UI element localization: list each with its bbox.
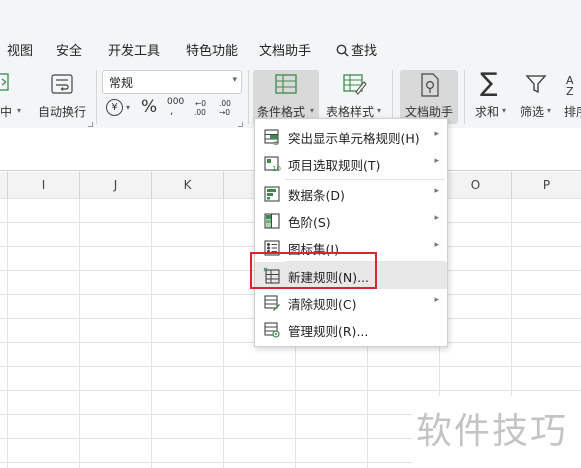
menu-item-data-bars[interactable]: 数据条(D) ▸ — [255, 180, 447, 207]
center-align-button[interactable]: 居中 ▾ — [0, 72, 26, 120]
tab-find-label: 查找 — [351, 44, 378, 59]
menu-item-color-scales[interactable]: 色阶(S) ▸ — [255, 207, 447, 234]
manage-rules-icon — [263, 321, 281, 339]
tab-view[interactable]: 视图 — [7, 40, 33, 59]
column-header-k[interactable]: K — [152, 172, 224, 198]
table-style-icon — [342, 72, 368, 96]
color-scale-icon — [263, 212, 281, 230]
svg-text:←0: ←0 — [195, 99, 206, 108]
search-icon — [336, 44, 349, 57]
menu-item-clear-rules[interactable]: 清除规则(C) ▸ — [255, 289, 447, 316]
increase-decimal-button[interactable]: ←0.00 — [194, 98, 212, 118]
currency-format-button[interactable]: ¥ ▾ — [106, 98, 134, 118]
chevron-down-icon: ▾ — [547, 106, 552, 115]
chevron-right-icon: ▸ — [434, 129, 439, 139]
document-assistant-button[interactable]: 文档助手 — [400, 70, 458, 124]
document-assistant-icon — [418, 72, 442, 98]
tab-developer-tools[interactable]: 开发工具 — [108, 40, 160, 59]
tab-special-features[interactable]: 特色功能 — [186, 40, 238, 59]
number-format-select[interactable]: 常规 ▾ — [102, 70, 242, 94]
watermark: 软件技巧 — [412, 396, 581, 468]
center-align-label: 居中 — [0, 105, 13, 119]
svg-text:.00: .00 — [194, 108, 206, 117]
menu-item-label: 管理规则(R)... — [288, 324, 369, 339]
svg-text:≤: ≤ — [273, 139, 279, 146]
sort-button[interactable]: AZ 排序 — [562, 70, 581, 124]
tab-find[interactable]: 查找 — [336, 40, 377, 59]
column-header-o[interactable]: O — [440, 172, 512, 198]
chevron-down-icon: ▾ — [377, 106, 382, 115]
increase-decimal-icon: ←0.00 — [194, 99, 206, 117]
sort-icon: AZ — [566, 73, 581, 97]
menu-item-manage-rules[interactable]: 管理规则(R)... — [255, 316, 447, 343]
menu-item-label: 色阶(S) — [288, 215, 331, 230]
wrap-text-icon — [50, 72, 74, 96]
sort-label: 排序 — [564, 105, 581, 119]
thousands-separator-button[interactable]: 000 , — [167, 98, 184, 118]
comma-glyph: , — [170, 106, 174, 117]
highlight-rules-icon: ≤ — [263, 128, 281, 146]
filter-button[interactable]: 筛选 ▾ — [516, 70, 556, 124]
column-header-j[interactable]: J — [80, 172, 152, 198]
sum-label: 求和 — [475, 105, 500, 119]
merge-center-icon — [0, 72, 12, 94]
data-bars-icon — [263, 185, 281, 203]
column-header-i[interactable]: I — [8, 172, 80, 198]
svg-text:.00: .00 — [219, 99, 231, 108]
sigma-icon: ∑ — [480, 68, 498, 98]
number-format-value: 常规 — [109, 76, 134, 90]
svg-text:Z: Z — [566, 85, 574, 97]
chevron-down-icon: ▾ — [310, 106, 315, 115]
chevron-down-icon: ▾ — [17, 106, 22, 115]
menu-item-highlight-cell-rules[interactable]: ≤ 突出显示单元格规则(H) ▸ — [255, 123, 447, 150]
conditional-formatting-button[interactable]: 条件格式 ▾ — [253, 70, 319, 124]
chevron-right-icon: ▸ — [434, 156, 439, 166]
svg-text:→0: →0 — [219, 108, 230, 117]
ribbon-divider — [392, 70, 393, 124]
filter-label: 筛选 — [520, 105, 545, 119]
filter-icon — [525, 73, 547, 95]
clear-rules-icon — [263, 294, 281, 312]
ribbon-divider — [248, 70, 249, 124]
wrap-text-button[interactable]: 自动换行 — [36, 72, 88, 120]
svg-text:10: 10 — [272, 165, 281, 173]
menu-item-label: 清除规则(C) — [288, 297, 357, 312]
chevron-right-icon: ▸ — [434, 295, 439, 305]
highlight-annotation-box — [250, 252, 377, 289]
top-bottom-rules-icon: 10 — [263, 155, 281, 173]
conditional-format-icon — [274, 72, 298, 96]
decrease-decimal-button[interactable]: .00 →0 — [218, 98, 236, 118]
ribbon-divider — [464, 70, 465, 124]
chevron-down-icon: ▾ — [502, 106, 507, 115]
decrease-decimal-icon: .00→0 — [219, 99, 231, 117]
table-style-button[interactable]: 表格样式 ▾ — [324, 70, 386, 124]
conditional-formatting-menu: ≤ 突出显示单元格规则(H) ▸ 10 项目选取规则(T) ▸ 数据条(D) ▸… — [254, 118, 448, 347]
tab-security[interactable]: 安全 — [56, 40, 82, 59]
number-format-dialog-launcher[interactable] — [238, 122, 243, 127]
menu-item-top-bottom-rules[interactable]: 10 项目选取规则(T) ▸ — [255, 150, 447, 177]
chevron-right-icon: ▸ — [434, 186, 439, 196]
menu-item-label: 突出显示单元格规则(H) — [288, 131, 420, 146]
chevron-down-icon: ▾ — [232, 75, 237, 85]
column-header-p[interactable]: P — [512, 172, 581, 198]
ribbon-tab-bar: 视图 安全 开发工具 特色功能 文档助手 查找 — [0, 0, 581, 66]
percent-style-button[interactable]: % — [141, 97, 157, 117]
alignment-dialog-launcher[interactable] — [88, 122, 93, 127]
chevron-right-icon: ▸ — [434, 240, 439, 250]
currency-icon: ¥ — [106, 99, 123, 116]
wrap-text-label: 自动换行 — [38, 105, 87, 119]
tab-document-assistant[interactable]: 文档助手 — [259, 40, 311, 59]
sum-button[interactable]: ∑ 求和 ▾ — [470, 68, 510, 124]
chevron-right-icon: ▸ — [434, 213, 439, 223]
menu-item-label: 数据条(D) — [288, 188, 345, 203]
chevron-down-icon: ▾ — [126, 103, 131, 112]
menu-item-label: 项目选取规则(T) — [288, 158, 381, 173]
watermark-text: 软件技巧 — [416, 411, 569, 452]
column-header-edge — [0, 172, 8, 198]
ribbon-divider — [96, 70, 97, 124]
